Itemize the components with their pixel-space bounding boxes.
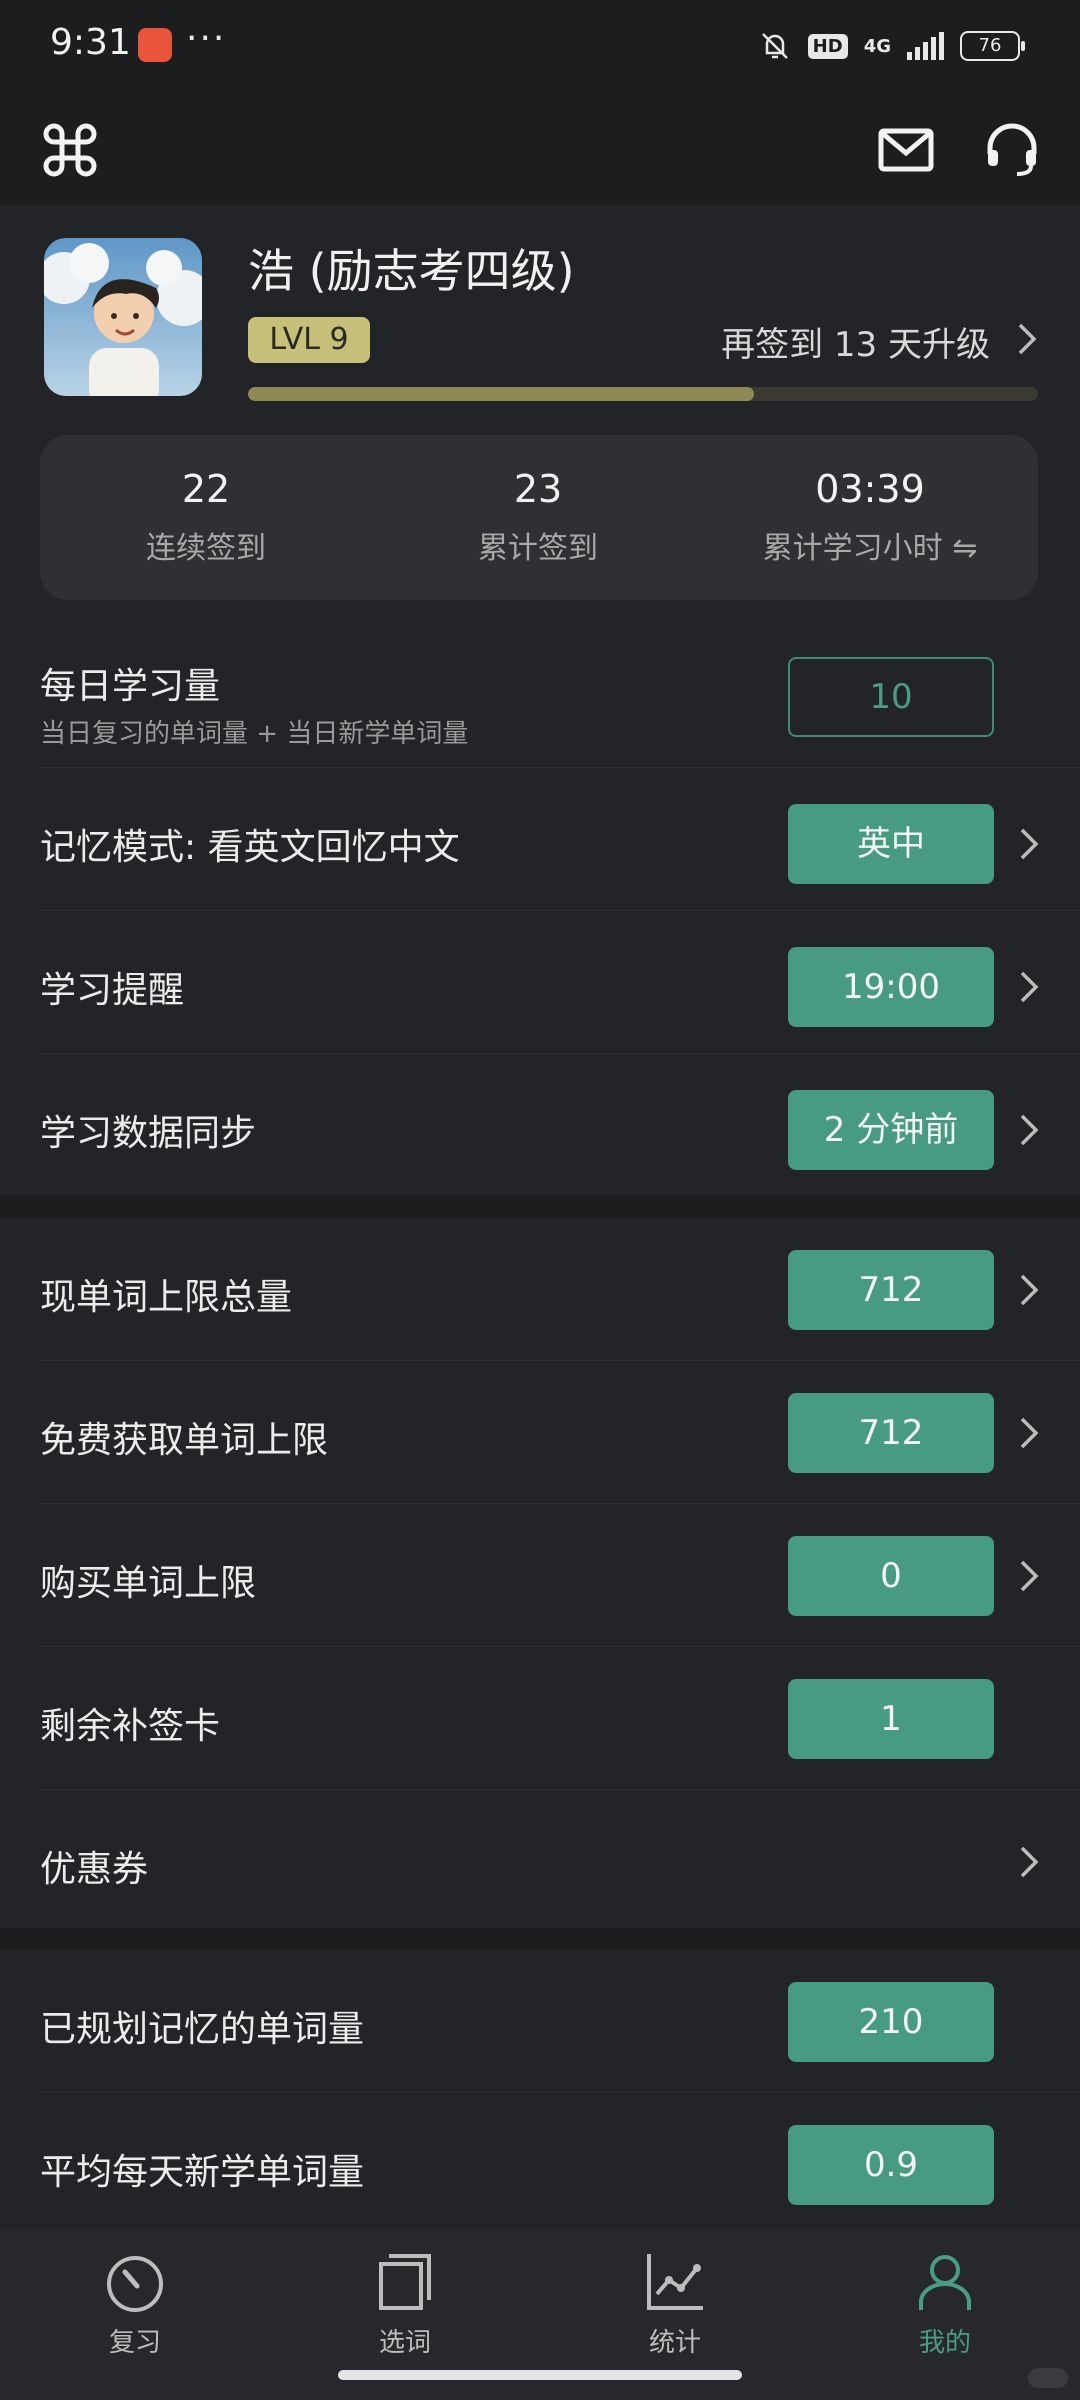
review-dial-icon (107, 2256, 163, 2312)
sync-status-button[interactable]: 2 分钟前 (788, 1090, 994, 1170)
nav-select-words[interactable]: 选词 (335, 2250, 475, 2359)
top-bar (0, 95, 1080, 205)
network-type: 4G (863, 35, 891, 57)
watermark-badge (1028, 2368, 1068, 2388)
row-label: 学习数据同步 (40, 1113, 257, 1154)
memory-mode-button[interactable]: 英中 (788, 804, 994, 884)
nav-profile[interactable]: 我的 (875, 2250, 1015, 2359)
notification-app-icon (138, 28, 172, 62)
row-label: 学习提醒 (40, 970, 185, 1011)
upgrade-hint[interactable]: 再签到 13 天升级 (721, 317, 990, 366)
mute-bell-icon (761, 33, 788, 59)
row-label: 现单词上限总量 (40, 1277, 293, 1318)
stat-total-checkin: 23 累计签到 (372, 435, 704, 600)
purchased-limit-row[interactable]: 购买单词上限 0 (0, 1504, 1080, 1647)
free-limit-value[interactable]: 712 (788, 1393, 994, 1473)
nav-stats[interactable]: 统计 (605, 2250, 745, 2359)
row-label: 优惠券 (40, 1849, 149, 1890)
row-sublabel: 当日复习的单词量 + 当日新学单词量 (40, 719, 469, 749)
planned-words-row: 已规划记忆的单词量 210 (0, 1950, 1080, 2093)
daily-amount-input[interactable]: 10 (788, 657, 994, 737)
battery-icon: 76 (960, 31, 1025, 61)
nav-label: 统计 (648, 2328, 701, 2358)
row-label: 每日学习量 (40, 666, 221, 707)
word-limit-section: 现单词上限总量 712 免费获取单词上限 712 购买单词上限 0 剩余补签卡 … (0, 1218, 1080, 1928)
level-badge: LVL 9 (248, 317, 370, 363)
more-notifications-icon: ··· (186, 18, 227, 59)
stat-value: 03:39 (815, 467, 925, 511)
home-indicator[interactable] (338, 2370, 742, 2380)
stat-label: 连续签到 (146, 531, 266, 566)
row-label: 剩余补签卡 (40, 1706, 221, 1747)
daily-amount-row[interactable]: 每日学习量 当日复习的单词量 + 当日新学单词量 10 (0, 625, 1080, 768)
customer-service-icon[interactable] (982, 120, 1042, 180)
status-time: 9:31 (50, 22, 131, 63)
row-label: 已规划记忆的单词量 (40, 2009, 365, 2050)
row-label: 记忆模式: 看英文回忆中文 (40, 827, 460, 868)
status-icons: HD 4G 76 (758, 28, 1025, 64)
chevron-right-icon[interactable] (1018, 1112, 1040, 1148)
stats-card: 22 连续签到 23 累计签到 03:39 累计学习小时 ⇋ (40, 435, 1038, 600)
stats-chart-icon (647, 2254, 703, 2310)
purchased-limit-value[interactable]: 0 (788, 1536, 994, 1616)
makeup-cards-row: 剩余补签卡 1 (0, 1647, 1080, 1790)
stat-value: 23 (513, 467, 563, 511)
chevron-right-icon[interactable] (1016, 321, 1038, 357)
avatar[interactable] (44, 238, 202, 396)
planned-words-value: 210 (788, 1982, 994, 2062)
coupons-row[interactable]: 优惠券 (0, 1790, 1080, 1933)
chevron-right-icon[interactable] (1018, 1272, 1040, 1308)
signal-icon (907, 32, 944, 60)
stat-value: 22 (181, 467, 231, 511)
memory-mode-row[interactable]: 记忆模式: 看英文回忆中文 英中 (0, 768, 1080, 911)
avg-new-words-row: 平均每天新学单词量 0.9 (0, 2093, 1080, 2236)
chevron-right-icon[interactable] (1018, 969, 1040, 1005)
stat-study-hours[interactable]: 03:39 累计学习小时 ⇋ (704, 435, 1036, 600)
nav-label: 复习 (108, 2328, 161, 2358)
stat-label: 累计签到 (478, 531, 598, 566)
level-progress-bar (248, 387, 1038, 401)
hd-voice-icon: HD (807, 33, 848, 59)
nav-label: 我的 (918, 2328, 971, 2358)
plan-section: 已规划记忆的单词量 210 平均每天新学单词量 0.9 (0, 1950, 1080, 2230)
mail-icon[interactable] (876, 120, 936, 180)
select-words-icon (379, 2254, 431, 2310)
row-label: 购买单词上限 (40, 1563, 257, 1604)
chevron-right-icon[interactable] (1018, 1558, 1040, 1594)
profile-name: 浩 (励志考四级) (248, 244, 575, 298)
current-limit-row[interactable]: 现单词上限总量 712 (0, 1218, 1080, 1361)
stat-streak: 22 连续签到 (40, 435, 372, 600)
command-menu-icon[interactable] (40, 120, 100, 180)
free-limit-row[interactable]: 免费获取单词上限 712 (0, 1361, 1080, 1504)
level-progress-fill (248, 387, 754, 401)
current-limit-value[interactable]: 712 (788, 1250, 994, 1330)
nav-review[interactable]: 复习 (65, 2250, 205, 2359)
chevron-right-icon[interactable] (1018, 826, 1040, 862)
chevron-right-icon[interactable] (1018, 1415, 1040, 1451)
avg-new-words-value: 0.9 (788, 2125, 994, 2205)
row-label: 免费获取单词上限 (40, 1420, 329, 1461)
study-reminder-row[interactable]: 学习提醒 19:00 (0, 911, 1080, 1054)
status-bar: 9:31 ··· HD 4G 76 (0, 0, 1080, 95)
stat-label: 累计学习小时 ⇋ (762, 531, 978, 566)
profile-section: 浩 (励志考四级) LVL 9 再签到 13 天升级 22 连续签到 23 累计… (0, 205, 1080, 1195)
reminder-time-button[interactable]: 19:00 (788, 947, 994, 1027)
row-label: 平均每天新学单词量 (40, 2152, 365, 2193)
profile-person-icon (919, 2255, 971, 2310)
nav-label: 选词 (378, 2328, 431, 2358)
data-sync-row[interactable]: 学习数据同步 2 分钟前 (0, 1054, 1080, 1197)
makeup-cards-value: 1 (788, 1679, 994, 1759)
chevron-right-icon[interactable] (1018, 1844, 1040, 1880)
